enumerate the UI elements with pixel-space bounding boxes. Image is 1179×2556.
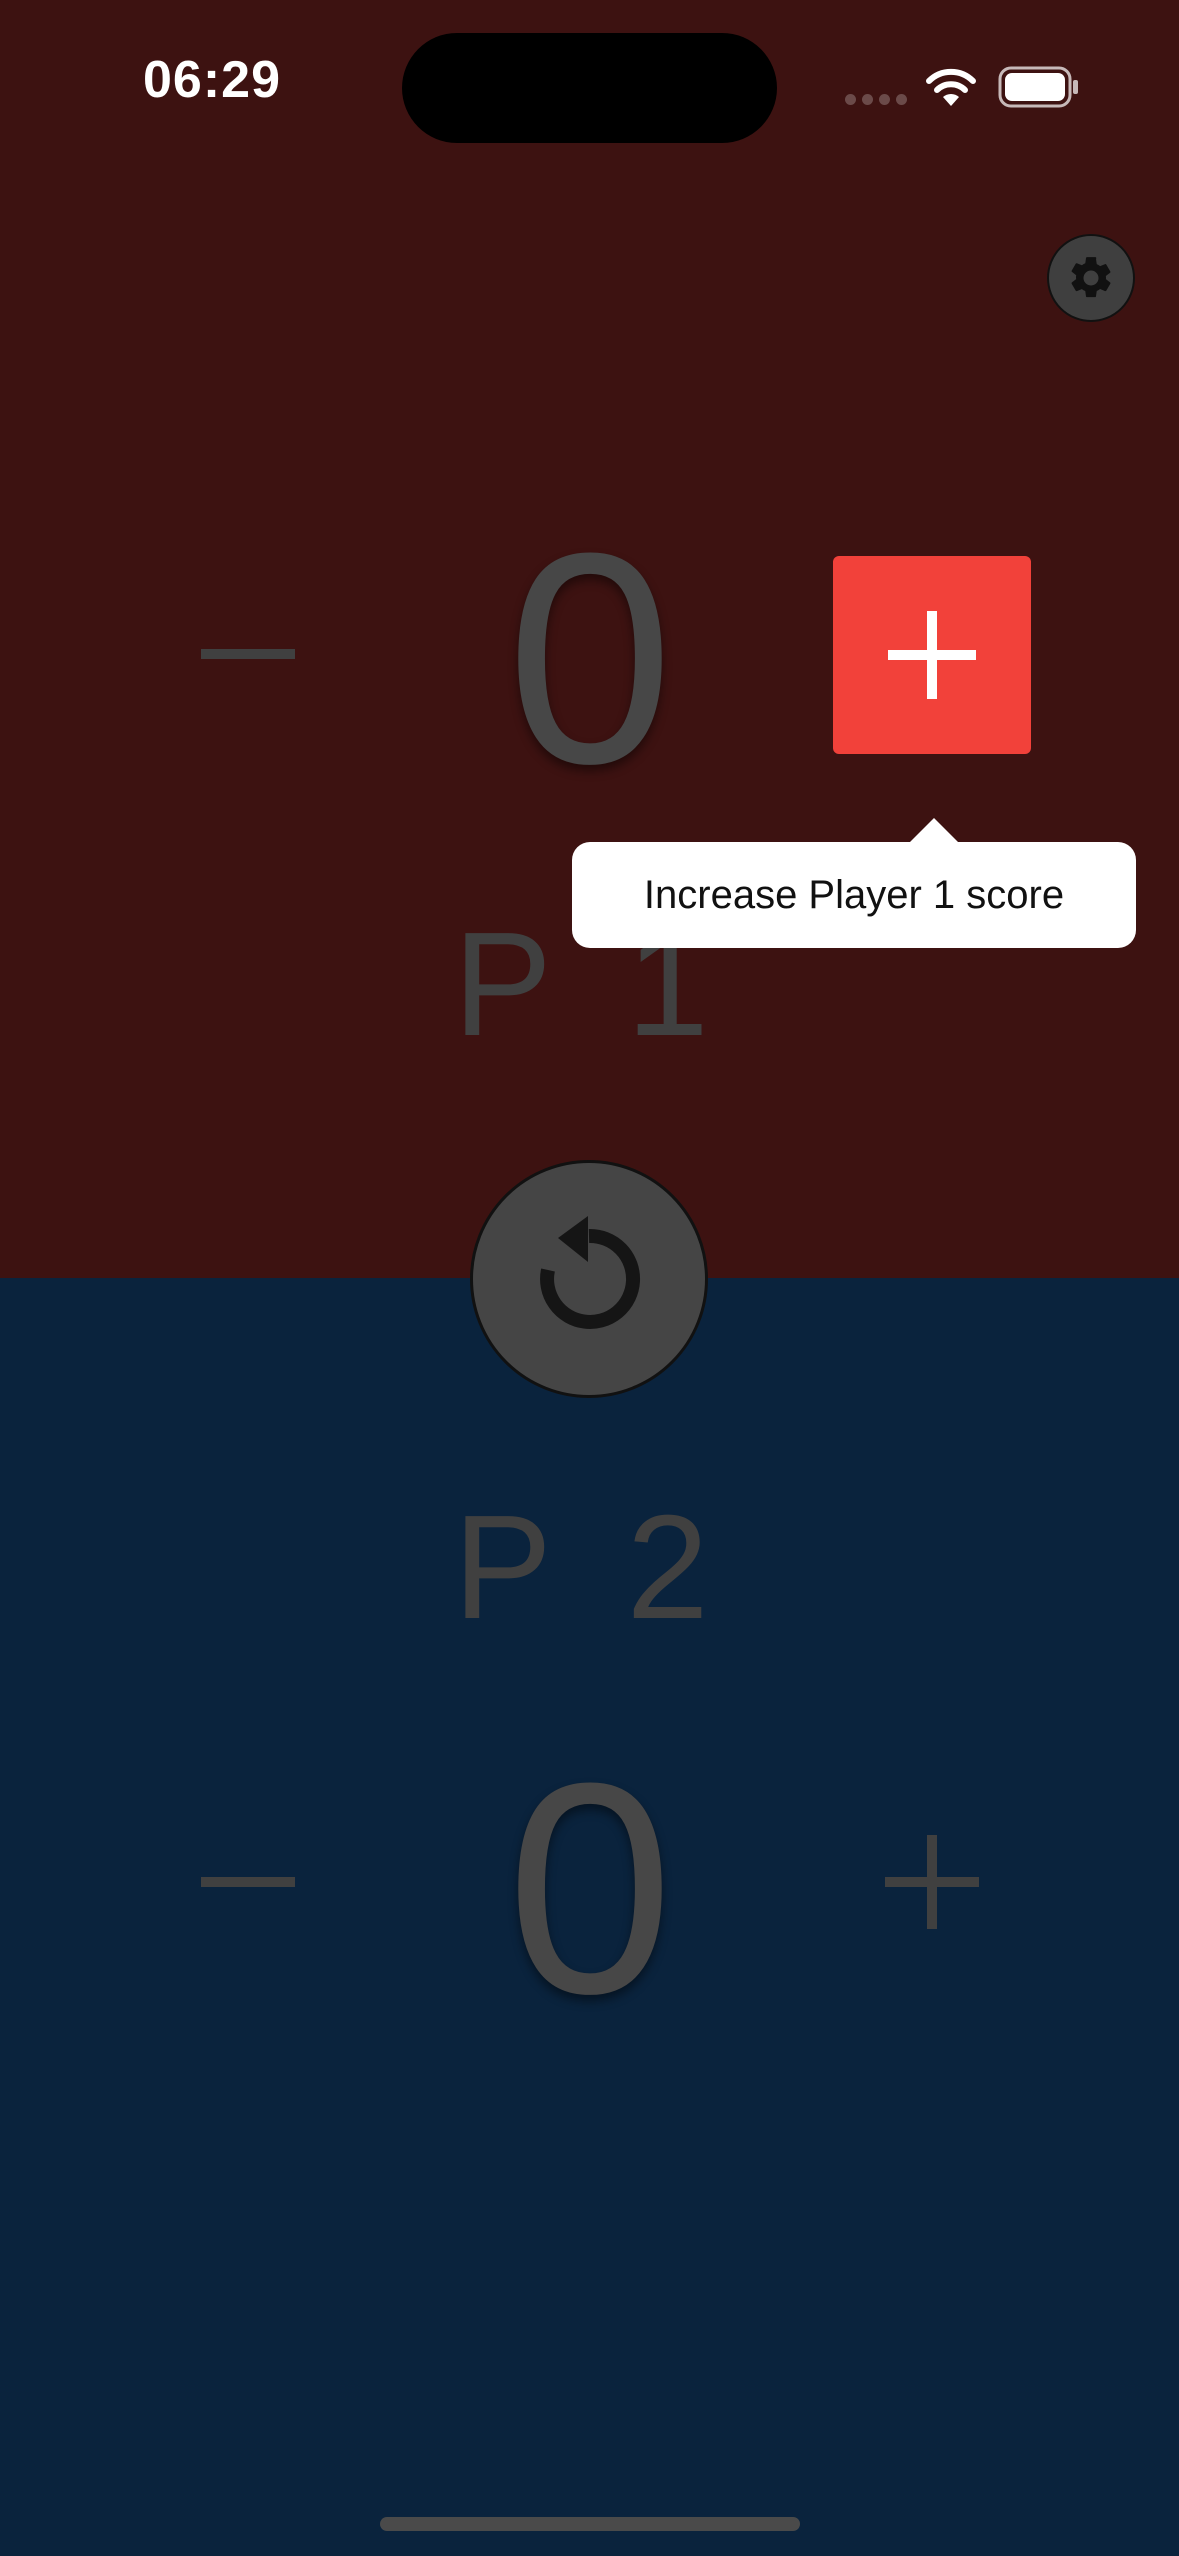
reset-button[interactable]: [470, 1160, 708, 1398]
wifi-icon: [926, 68, 976, 106]
tooltip: Increase Player 1 score: [572, 842, 1136, 948]
settings-button[interactable]: [1047, 234, 1135, 322]
battery-icon: [998, 66, 1078, 108]
dynamic-island: [402, 33, 777, 143]
refresh-icon: [540, 1216, 640, 1329]
status-time: 06:29: [143, 51, 281, 109]
plus-icon: [885, 1835, 979, 1929]
minus-icon: [201, 649, 295, 659]
gear-icon: [1071, 257, 1111, 298]
decrease-player1-button[interactable]: [148, 554, 348, 754]
increase-player1-button[interactable]: [833, 556, 1031, 754]
cellular-signal-icon: [845, 94, 907, 106]
tooltip-text: Increase Player 1 score: [643, 873, 1065, 917]
tooltip-arrow: [908, 818, 960, 844]
player1-score: 0: [506, 490, 674, 826]
player2-score: 0: [506, 1720, 674, 2056]
home-indicator[interactable]: [380, 2517, 800, 2531]
decrease-player2-button[interactable]: [148, 1782, 348, 1982]
player2-label: P 2: [453, 1485, 727, 1650]
plus-icon: [888, 611, 976, 699]
increase-player2-button[interactable]: [832, 1782, 1032, 1982]
minus-icon: [201, 1877, 295, 1887]
